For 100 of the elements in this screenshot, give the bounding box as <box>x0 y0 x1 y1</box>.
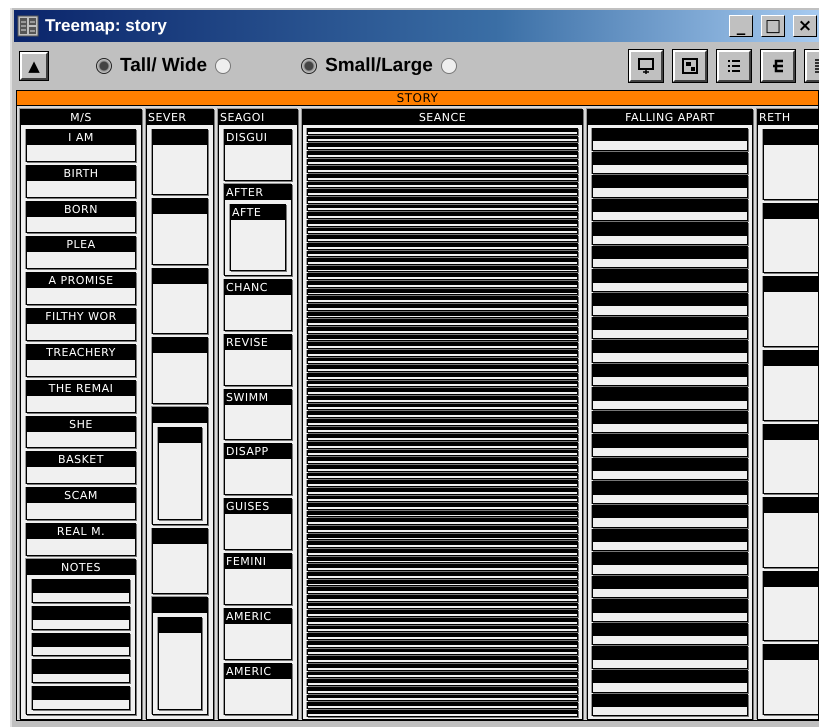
treemap-cell[interactable]: TREACHERY <box>26 344 136 377</box>
treemap-cell[interactable] <box>763 424 818 494</box>
treemap-cell[interactable]: REVISE <box>224 334 292 386</box>
treemap-cell[interactable] <box>152 268 208 334</box>
treemap-cell[interactable] <box>307 503 578 510</box>
treemap-cell[interactable] <box>307 518 578 526</box>
treemap-cell[interactable] <box>32 606 130 630</box>
treemap-cell[interactable]: BIRTH <box>26 164 136 198</box>
treemap-cell[interactable] <box>152 528 208 594</box>
treemap-cell[interactable] <box>592 622 748 646</box>
treemap-cell[interactable]: PLEA <box>26 236 136 270</box>
treemap-cell[interactable] <box>307 633 578 640</box>
treemap-cell[interactable] <box>307 128 578 135</box>
treemap-cell[interactable] <box>592 340 748 363</box>
treemap-cell[interactable] <box>32 578 130 603</box>
treemap-cell[interactable]: CHANC <box>224 278 292 331</box>
toolbar-button[interactable] <box>761 50 795 82</box>
treemap-group[interactable]: RETH <box>757 109 818 720</box>
treemap-cell[interactable] <box>763 350 818 420</box>
treemap-cell[interactable] <box>592 246 748 268</box>
treemap-cell[interactable] <box>592 387 748 410</box>
treemap-cell[interactable] <box>307 365 578 372</box>
treemap-cell[interactable] <box>592 505 748 528</box>
treemap-cell[interactable]: REAL M. <box>26 523 136 556</box>
treemap-cell[interactable] <box>307 526 578 533</box>
treemap-cell[interactable] <box>307 342 578 350</box>
treemap-cell[interactable] <box>763 644 818 715</box>
treemap-cell[interactable]: BORN <box>26 200 136 234</box>
treemap-cell[interactable] <box>158 426 202 520</box>
treemap-cell[interactable]: FEMINI <box>224 553 292 606</box>
treemap-cell[interactable] <box>307 373 578 380</box>
treemap-cell[interactable] <box>763 570 818 642</box>
close-button[interactable]: × <box>793 15 817 37</box>
treemap-group[interactable]: AFTER AFTE <box>224 184 292 276</box>
treemap-cell[interactable]: AMERIC <box>224 608 292 660</box>
toolbar-button[interactable] <box>717 50 751 82</box>
treemap-cell[interactable] <box>307 480 578 487</box>
treemap-cell[interactable] <box>307 143 578 150</box>
radio-button[interactable] <box>440 58 457 74</box>
treemap-cell[interactable] <box>307 350 578 357</box>
treemap-cell[interactable] <box>307 549 578 556</box>
treemap-cell[interactable] <box>307 679 578 686</box>
treemap-cell[interactable] <box>592 316 748 340</box>
minimize-button[interactable]: _ <box>729 15 753 37</box>
treemap-cell[interactable] <box>307 541 578 548</box>
treemap-cell[interactable]: AFTE <box>230 204 286 271</box>
treemap-cell[interactable] <box>592 576 748 598</box>
treemap-cell[interactable] <box>592 128 748 151</box>
treemap-cell[interactable] <box>763 276 818 347</box>
treemap-cell[interactable] <box>592 364 748 386</box>
treemap-cell[interactable] <box>763 129 818 200</box>
treemap-cell[interactable] <box>592 434 748 457</box>
treemap-cell[interactable]: SWIMM <box>224 388 292 440</box>
treemap-cell[interactable] <box>592 175 748 198</box>
treemap-group[interactable] <box>152 406 208 525</box>
treemap-cell[interactable]: DISGUI <box>224 129 292 181</box>
treemap-cell[interactable] <box>592 292 748 316</box>
treemap-cell[interactable] <box>307 564 578 572</box>
treemap-cell[interactable] <box>307 235 578 242</box>
treemap-cell[interactable]: AMERIC <box>224 663 292 715</box>
treemap-cell[interactable]: GUISES <box>224 498 292 550</box>
treemap-cell[interactable] <box>307 304 578 311</box>
radio-button[interactable] <box>301 58 318 74</box>
toolbar-button[interactable] <box>673 50 707 82</box>
treemap-cell[interactable] <box>307 189 578 196</box>
treemap-cell[interactable] <box>592 694 748 716</box>
treemap-cell[interactable] <box>307 572 578 579</box>
treemap-cell[interactable] <box>32 632 130 656</box>
treemap-cell[interactable] <box>592 269 748 292</box>
treemap-group[interactable]: SEVER <box>146 109 214 720</box>
treemap-cell[interactable] <box>307 273 578 280</box>
treemap-cell[interactable] <box>307 595 578 602</box>
treemap-cell[interactable] <box>307 212 578 219</box>
treemap-cell[interactable]: SHE <box>26 416 136 448</box>
radio-button[interactable] <box>96 58 112 74</box>
treemap-cell[interactable] <box>307 618 578 625</box>
treemap-cell[interactable] <box>592 552 748 575</box>
treemap-cell[interactable] <box>592 599 748 622</box>
treemap-group[interactable]: FALLING APART <box>587 109 753 720</box>
treemap-group[interactable]: SEAGOI DISGUI AFTER AFTE CHANC REVISE SWIMM DISAPP GUISES FEMINI AMERIC AMERIC <box>218 109 298 720</box>
treemap-cell[interactable] <box>307 327 578 334</box>
treemap-cell[interactable] <box>307 411 578 418</box>
treemap-cell[interactable]: FILTHY WOR <box>26 308 136 341</box>
treemap-cell[interactable] <box>307 388 578 395</box>
up-button[interactable]: ▲ <box>20 52 48 80</box>
treemap-cell[interactable] <box>592 198 748 222</box>
treemap-cell[interactable]: A PROMISE <box>26 272 136 306</box>
treemap-group[interactable]: NOTES <box>26 558 136 716</box>
treemap-cell[interactable] <box>32 659 130 684</box>
treemap-cell[interactable]: SCAM <box>26 487 136 520</box>
toolbar-button[interactable] <box>629 50 663 82</box>
treemap-cell[interactable] <box>307 702 578 709</box>
treemap-cell[interactable] <box>763 497 818 568</box>
treemap-cell[interactable] <box>592 670 748 692</box>
treemap-group[interactable] <box>152 597 208 716</box>
maximize-button[interactable]: □ <box>761 15 785 37</box>
treemap-cell[interactable] <box>307 166 578 173</box>
treemap-cell[interactable]: BASKET <box>26 451 136 484</box>
treemap-cell[interactable] <box>307 656 578 663</box>
treemap-cell[interactable] <box>152 129 208 196</box>
